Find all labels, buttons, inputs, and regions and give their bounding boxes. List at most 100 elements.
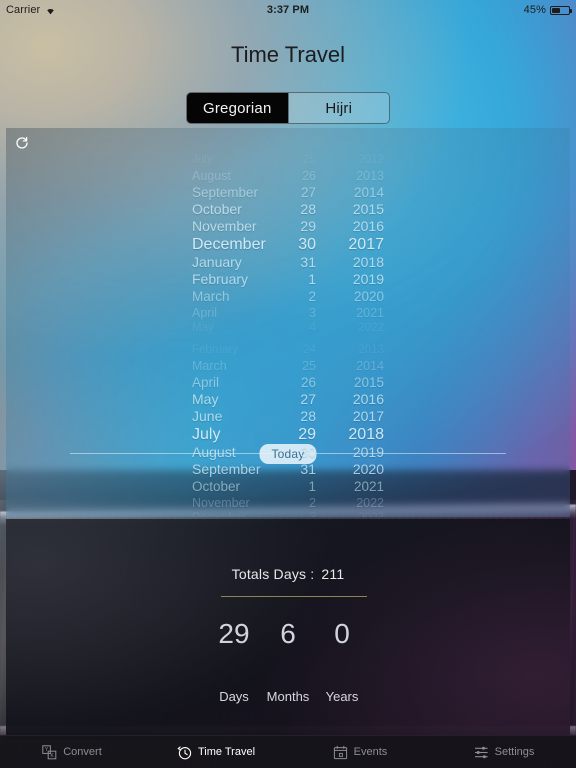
picker-cell[interactable]: September (192, 184, 258, 201)
picker-cell[interactable]: November (192, 218, 257, 235)
convert-icon: Y K (42, 744, 57, 760)
picker-cell[interactable]: 2023 (322, 511, 384, 517)
wifi-icon (45, 6, 56, 15)
picker-cell[interactable]: March (192, 358, 227, 374)
picker-cell[interactable]: 24 (280, 343, 322, 358)
svg-text:K: K (51, 752, 55, 758)
picker-cell[interactable]: 2016 (322, 391, 384, 408)
picker-cell[interactable]: 31 (280, 254, 322, 271)
tab-settings[interactable]: Settings (432, 745, 576, 760)
picker-cell[interactable]: 27 (280, 391, 322, 408)
start-month-column[interactable]: July August September October November D… (192, 153, 280, 336)
picker-cell[interactable]: 2012 (322, 153, 384, 168)
picker-cell[interactable]: 2013 (322, 343, 384, 358)
picker-cell[interactable]: August (192, 444, 236, 461)
picker-cell[interactable]: 28 (280, 201, 322, 218)
picker-cell[interactable]: 3 (280, 305, 322, 321)
picker-cell[interactable]: July (192, 153, 212, 168)
picker-cell-selected[interactable]: 2018 (322, 425, 384, 444)
picker-cell[interactable]: February (192, 271, 248, 288)
picker-cell[interactable]: 25 (280, 358, 322, 374)
picker-cell[interactable]: January (192, 254, 242, 271)
picker-cell[interactable]: 2015 (322, 374, 384, 391)
picker-cell[interactable]: 2020 (322, 288, 384, 305)
picker-cell[interactable]: March (192, 288, 230, 305)
sliders-icon (474, 745, 489, 760)
start-day-column[interactable]: 25 26 27 28 29 30 31 1 2 3 4 (280, 153, 322, 336)
picker-cell[interactable]: 2021 (322, 305, 384, 321)
picker-cell[interactable]: 2022 (322, 321, 384, 336)
duration-values-row: 29 6 0 (6, 617, 570, 651)
tab-settings-label: Settings (494, 746, 535, 758)
refresh-icon[interactable] (15, 136, 29, 150)
picker-cell[interactable]: 26 (280, 168, 322, 184)
picker-cell[interactable]: 27 (280, 184, 322, 201)
status-bar-right: 45% (524, 4, 572, 16)
picker-cell[interactable]: 2018 (322, 254, 384, 271)
calendar-type-segmented-control[interactable]: Gregorian Hijri (186, 92, 390, 124)
picker-cell[interactable]: 2022 (322, 495, 384, 511)
picker-cell-selected[interactable]: 2017 (322, 235, 384, 254)
start-date-picker[interactable]: July August September October November D… (6, 153, 570, 334)
picker-cell-selected[interactable]: December (192, 235, 266, 254)
start-year-column[interactable]: 2012 2013 2014 2015 2016 2017 2018 2019 … (322, 153, 384, 336)
picker-cell-selected[interactable]: 30 (280, 235, 322, 254)
picker-cell[interactable]: April (192, 374, 219, 391)
picker-cell[interactable]: 2019 (322, 444, 384, 461)
picker-cell[interactable]: 26 (280, 374, 322, 391)
picker-cell[interactable]: 2016 (322, 218, 384, 235)
picker-cell[interactable]: April (192, 305, 217, 321)
picker-cell[interactable]: 2014 (322, 184, 384, 201)
picker-cell[interactable]: 3 (280, 511, 322, 517)
picker-cell[interactable]: 4 (280, 321, 322, 336)
picker-cell[interactable]: 2014 (322, 358, 384, 374)
picker-cell[interactable]: 2015 (322, 201, 384, 218)
picker-cell[interactable]: 2017 (322, 408, 384, 425)
picker-cell[interactable]: 1 (280, 478, 322, 495)
picker-cell[interactable]: 2 (280, 495, 322, 511)
tab-time-travel-label: Time Travel (197, 746, 256, 758)
end-date-picker[interactable]: February March April May June July Augus… (6, 343, 570, 517)
status-bar: Carrier 3:37 PM 45% (0, 0, 576, 20)
picker-cell[interactable]: May (192, 321, 214, 336)
tab-convert-label: Convert (63, 746, 102, 758)
end-month-column[interactable]: February March April May June July Augus… (192, 343, 280, 517)
picker-cell[interactable]: 2019 (322, 271, 384, 288)
tab-events[interactable]: Events (288, 745, 432, 760)
picker-cell[interactable]: May (192, 391, 218, 408)
picker-cell[interactable]: August (192, 168, 231, 184)
picker-cell[interactable]: 30 (280, 444, 322, 461)
picker-cell[interactable]: 2021 (322, 478, 384, 495)
picker-cell[interactable]: October (192, 201, 242, 218)
totals-days-value: 211 (321, 566, 345, 582)
duration-months-label: Months (266, 689, 310, 704)
picker-cell[interactable]: June (192, 408, 222, 425)
duration-years: 0 (315, 617, 369, 651)
picker-cell[interactable]: October (192, 478, 240, 495)
picker-cell[interactable]: 29 (280, 218, 322, 235)
picker-cell[interactable]: November (192, 495, 250, 511)
segment-gregorian[interactable]: Gregorian (187, 93, 288, 123)
picker-cell-selected[interactable]: July (192, 425, 220, 444)
picker-cell[interactable]: February (192, 343, 238, 358)
tab-convert[interactable]: Y K Convert (0, 744, 144, 760)
picker-cell[interactable]: December (192, 511, 245, 517)
duration-years-value: 0 (334, 618, 350, 649)
status-bar-time: 3:37 PM (266, 4, 310, 16)
history-clock-icon (177, 745, 192, 760)
picker-cell[interactable]: 25 (280, 153, 322, 168)
end-year-column[interactable]: 2013 2014 2015 2016 2017 2018 2019 2020 … (322, 343, 384, 517)
tab-time-travel[interactable]: Time Travel (144, 745, 288, 760)
picker-cell[interactable]: 2020 (322, 461, 384, 478)
duration-days-label: Days (219, 689, 249, 704)
end-day-column[interactable]: 24 25 26 27 28 29 30 31 1 2 3 (280, 343, 322, 517)
picker-cell[interactable]: 31 (280, 461, 322, 478)
picker-cell[interactable]: September (192, 461, 260, 478)
segment-hijri[interactable]: Hijri (287, 93, 390, 123)
picker-cell[interactable]: 2013 (322, 168, 384, 184)
duration-labels-row: Days Months Years (6, 689, 570, 704)
picker-cell[interactable]: 1 (280, 271, 322, 288)
picker-cell[interactable]: 28 (280, 408, 322, 425)
picker-cell-selected[interactable]: 29 (280, 425, 322, 444)
picker-cell[interactable]: 2 (280, 288, 322, 305)
